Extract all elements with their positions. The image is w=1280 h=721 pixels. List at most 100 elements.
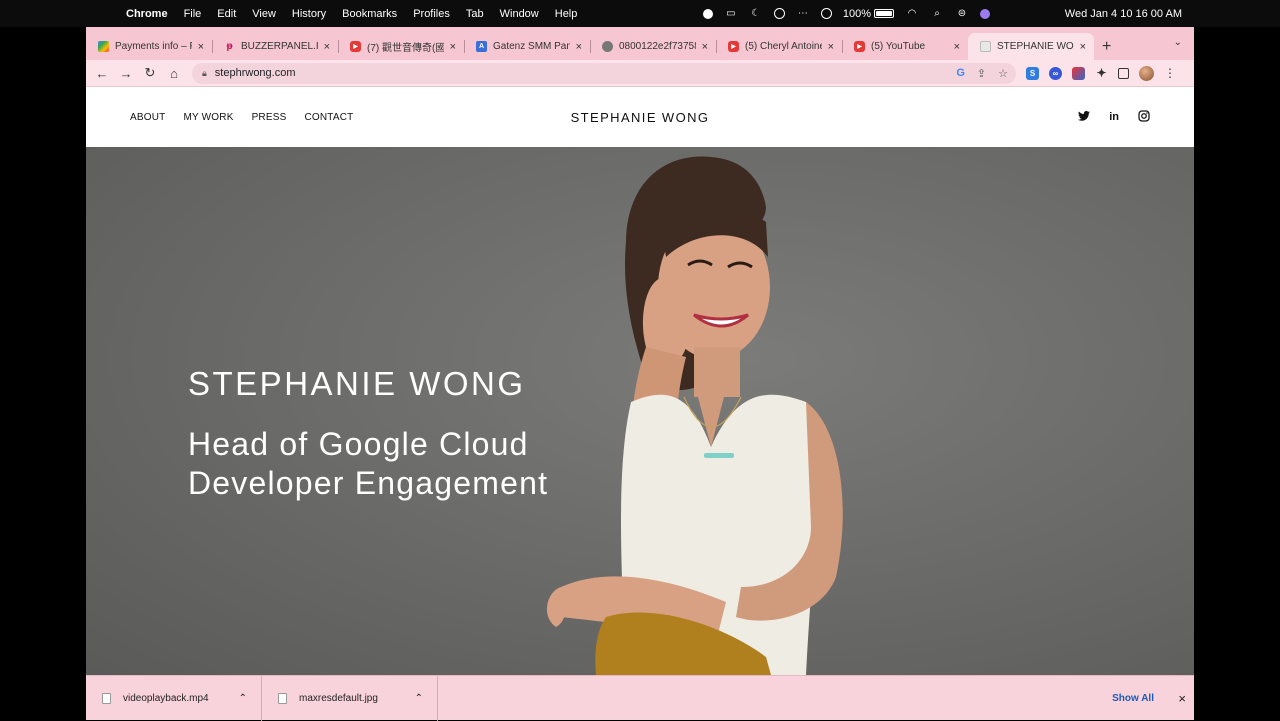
close-icon[interactable]: × <box>324 41 330 53</box>
google-lens-icon[interactable]: G <box>956 67 965 80</box>
menu-history[interactable]: History <box>292 8 326 20</box>
lock-icon[interactable]: 🔒︎ <box>202 68 207 79</box>
close-icon[interactable]: × <box>576 41 582 53</box>
globe-icon <box>602 41 613 52</box>
extension-grid-icon[interactable] <box>1072 66 1085 80</box>
extensions-puzzle-icon[interactable]: ✦ <box>1095 66 1108 80</box>
bookmark-star-icon[interactable]: ☆ <box>998 67 1008 80</box>
chevron-up-icon[interactable]: ⌃ <box>239 693 247 704</box>
menu-tab[interactable]: Tab <box>466 8 484 20</box>
close-icon[interactable]: × <box>954 41 960 53</box>
instagram-icon[interactable] <box>1138 109 1150 125</box>
close-icon[interactable]: × <box>450 41 456 53</box>
tab-buzzerpanel[interactable]: ᵽ BUZZERPANEL.ID × <box>212 33 338 60</box>
site-icon <box>980 41 991 52</box>
menu-profiles[interactable]: Profiles <box>413 8 450 20</box>
play-icon[interactable] <box>773 8 785 19</box>
gatenz-icon: A <box>476 41 487 52</box>
close-icon[interactable]: × <box>1178 691 1186 706</box>
home-button[interactable]: ⌂ <box>162 66 186 81</box>
tab-youtube-cheryl[interactable]: ▶ (5) Cheryl Antoine × <box>716 33 842 60</box>
tab-payments[interactable]: Payments info – P × <box>86 33 212 60</box>
tab-title: (7) 觀世音傳奇(國語 <box>367 43 444 54</box>
menu-window[interactable]: Window <box>500 8 539 20</box>
browser-toolbar: ← → ↻ ⌂ 🔒︎ stephrwong.com G ⇪ ☆ S ∞ ✦ ⋮ <box>86 60 1194 87</box>
tab-title: Gatenz SMM Panel <box>493 41 570 52</box>
hero-name: STEPHANIE WONG <box>188 365 526 402</box>
tab-title: (5) Cheryl Antoine <box>745 41 822 52</box>
address-url: stephrwong.com <box>214 67 296 79</box>
tab-youtube[interactable]: ▶ (5) YouTube × <box>842 33 968 60</box>
spotlight-icon[interactable]: ⌕ <box>930 8 944 20</box>
side-panel-icon[interactable] <box>1118 67 1129 79</box>
back-button[interactable]: ← <box>90 66 114 81</box>
tab-youtube-guanyin[interactable]: ▶ (7) 觀世音傳奇(國語 × <box>338 33 464 60</box>
close-icon[interactable]: × <box>702 41 708 53</box>
twitter-icon[interactable] <box>1078 110 1091 124</box>
extension-link-icon[interactable]: ∞ <box>1049 66 1062 80</box>
close-icon[interactable]: × <box>1080 41 1086 53</box>
download-item[interactable]: videoplayback.mp4 ⌃ <box>86 675 262 721</box>
screen-share-icon[interactable]: ▭ <box>724 8 738 20</box>
forward-button[interactable]: → <box>114 66 138 81</box>
moon-icon[interactable]: ☾ <box>749 8 763 20</box>
google-payments-icon <box>98 41 109 52</box>
hero-title: Head of Google Cloud Developer Engagemen… <box>188 426 549 501</box>
youtube-icon: ▶ <box>854 41 865 52</box>
youtube-icon: ▶ <box>728 41 739 52</box>
battery-icon <box>874 9 894 18</box>
site-header: ABOUT MY WORK PRESS CONTACT STEPHANIE WO… <box>86 87 1194 147</box>
downloads-bar: videoplayback.mp4 ⌃ maxresdefault.jpg ⌃ … <box>86 675 1194 721</box>
battery-indicator[interactable]: 100% <box>843 8 894 20</box>
macos-menu-bar: Chrome File Edit View History Bookmarks … <box>0 0 1280 27</box>
close-icon[interactable]: × <box>828 41 834 53</box>
new-tab-button[interactable]: + <box>1102 33 1111 60</box>
tab-stephanie-wong[interactable]: STEPHANIE WONG × <box>968 33 1094 60</box>
chevron-up-icon[interactable]: ⌃ <box>415 693 423 704</box>
battery-percent: 100% <box>842 7 871 20</box>
menu-app-name[interactable]: Chrome <box>126 8 168 20</box>
menu-help[interactable]: Help <box>555 8 578 20</box>
activity-icon[interactable]: ⋯ <box>796 8 810 20</box>
linkedin-icon[interactable]: in <box>1109 111 1119 123</box>
download-filename: maxresdefault.jpg <box>299 692 378 704</box>
tab-title: STEPHANIE WONG <box>997 41 1074 52</box>
extensions-area: S ∞ ✦ ⋮ <box>1026 65 1176 81</box>
app-menus: Chrome File Edit View History Bookmarks … <box>126 8 593 20</box>
video-file-icon <box>102 692 111 704</box>
menu-view[interactable]: View <box>252 8 276 20</box>
share-icon[interactable]: ⇪ <box>977 67 986 80</box>
social-links: in <box>1078 109 1150 125</box>
buzzerpanel-icon: ᵽ <box>226 41 233 52</box>
extension-s-icon[interactable]: S <box>1026 66 1039 80</box>
address-bar[interactable]: 🔒︎ stephrwong.com G ⇪ ☆ <box>192 62 1016 84</box>
chrome-menu-icon[interactable]: ⋮ <box>1164 66 1176 80</box>
hero-portrait-photo <box>546 156 843 675</box>
siri-icon[interactable] <box>980 8 990 19</box>
hero-section: STEPHANIE WONG Head of Google Cloud Deve… <box>86 147 1194 675</box>
tab-title: Payments info – P <box>115 41 192 52</box>
site-logo[interactable]: STEPHANIE WONG <box>86 110 1194 125</box>
tab-hash-page[interactable]: 0800122e2f73758 × <box>590 33 716 60</box>
close-icon[interactable]: × <box>198 41 204 53</box>
status-area: ▭ ☾ ⋯ 100% ◠ ⌕ ⊜ <box>702 8 990 20</box>
menu-clock[interactable]: Wed Jan 4 10 16 00 AM <box>1065 8 1182 20</box>
website-viewport: ABOUT MY WORK PRESS CONTACT STEPHANIE WO… <box>86 87 1194 675</box>
tab-gatenz[interactable]: A Gatenz SMM Panel × <box>464 33 590 60</box>
show-all-downloads-link[interactable]: Show All <box>1112 693 1154 704</box>
menu-edit[interactable]: Edit <box>217 8 236 20</box>
tab-title: 0800122e2f73758 <box>619 41 696 52</box>
menu-bookmarks[interactable]: Bookmarks <box>342 8 397 20</box>
chrome-window: Payments info – P × ᵽ BUZZERPANEL.ID × ▶… <box>86 27 1194 721</box>
tab-title: BUZZERPANEL.ID <box>241 41 318 52</box>
control-center-icon[interactable]: ⊜ <box>955 8 969 20</box>
tab-search-chevron-icon[interactable]: ⌄ <box>1174 37 1182 48</box>
tab-strip: Payments info – P × ᵽ BUZZERPANEL.ID × ▶… <box>86 27 1194 60</box>
clock-status-icon[interactable] <box>820 8 832 19</box>
menu-file[interactable]: File <box>184 8 202 20</box>
reload-button[interactable]: ↻ <box>138 65 162 81</box>
wifi-icon[interactable]: ◠ <box>905 8 919 20</box>
record-icon[interactable] <box>702 8 713 19</box>
download-item[interactable]: maxresdefault.jpg ⌃ <box>262 675 438 721</box>
profile-avatar[interactable] <box>1139 65 1154 81</box>
